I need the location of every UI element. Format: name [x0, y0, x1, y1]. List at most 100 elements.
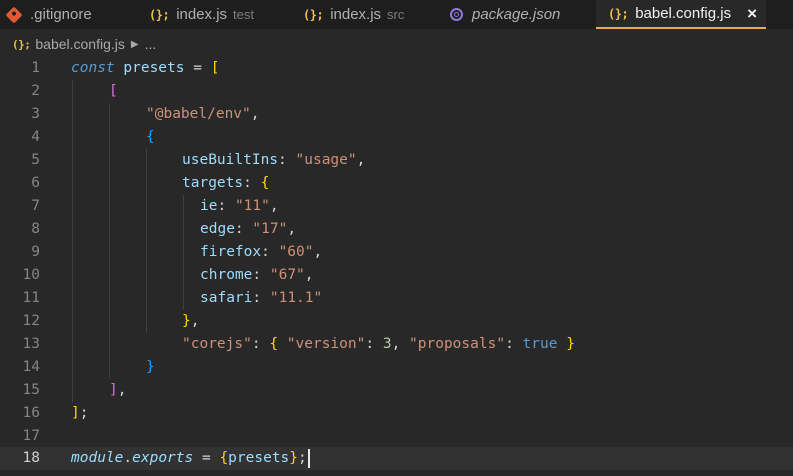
string: "17": [252, 221, 288, 237]
code-line: 3 "@babel/env",: [0, 103, 793, 126]
package-icon: [450, 8, 463, 21]
code-editor[interactable]: 1 const presets = [ 2 [ 3 "@babel/env", …: [0, 57, 793, 476]
tab-label: .gitignore: [30, 6, 92, 23]
git-icon: [5, 6, 23, 23]
number: 3: [382, 336, 392, 352]
punctuation: ,: [117, 382, 127, 398]
string: "version": [286, 336, 366, 352]
line-number: 13: [22, 336, 40, 352]
tab-label: package.json: [472, 6, 561, 23]
punctuation: :: [278, 152, 296, 168]
bracket: {: [146, 129, 155, 145]
code-line: 4 {: [0, 126, 793, 149]
punctuation: ,: [250, 106, 260, 122]
tab-babel-config[interactable]: (}; babel.config.js ×: [596, 0, 766, 29]
code-line: 7 ie: "11",: [0, 195, 793, 218]
punctuation: :: [217, 198, 235, 214]
code-text: safari: "11.1": [200, 287, 322, 310]
code-line: 11 safari: "11.1": [0, 287, 793, 310]
code-text: ie: "11",: [200, 195, 279, 218]
property-key: chrome: [200, 267, 253, 283]
code-text: {: [146, 126, 155, 149]
js-icon: (};: [149, 7, 170, 22]
line-number: 18: [22, 450, 40, 466]
property-key: firefox: [200, 244, 262, 260]
punctuation: :: [365, 336, 383, 352]
tab-label: index.js: [176, 6, 228, 23]
tab-index-src[interactable]: (}; index.js src: [303, 0, 404, 29]
line-number: 3: [31, 106, 40, 122]
code-text: "@babel/env",: [146, 103, 260, 126]
punctuation: :: [234, 221, 253, 237]
bracket: {: [219, 450, 229, 466]
bracket: ]: [109, 382, 118, 398]
property-key: edge: [200, 221, 235, 237]
breadcrumb-file[interactable]: babel.config.js: [35, 36, 125, 52]
line-number: 10: [22, 267, 40, 283]
line-number: 9: [31, 244, 40, 260]
code-line: 2 [: [0, 80, 793, 103]
identifier: exports: [132, 450, 194, 466]
code-text: edge: "17",: [200, 218, 296, 241]
tab-label: babel.config.js: [635, 5, 732, 22]
operator: =: [193, 450, 220, 466]
code-line: 8 edge: "17",: [0, 218, 793, 241]
code-text: chrome: "67",: [200, 264, 314, 287]
identifier: module: [71, 450, 124, 466]
line-number: 16: [22, 405, 40, 421]
punctuation: :: [243, 175, 261, 191]
line-number: 6: [31, 175, 40, 191]
tab-gitignore[interactable]: .gitignore: [5, 0, 92, 29]
boolean: true: [522, 336, 558, 352]
punctuation: .: [123, 450, 133, 466]
code-text: ],: [109, 379, 126, 402]
js-icon: (};: [608, 6, 629, 21]
close-icon[interactable]: ×: [747, 4, 757, 24]
code-text: targets: {: [182, 172, 269, 195]
punctuation: :: [261, 244, 279, 260]
punctuation: :: [505, 336, 523, 352]
bracket: {: [269, 336, 279, 352]
line-number: 2: [31, 83, 40, 99]
punctuation: ;: [298, 450, 307, 466]
punctuation: ,: [287, 221, 297, 237]
property-key: useBuiltIns: [182, 152, 279, 168]
code-line-current: 18 module.exports = {presets};: [0, 447, 793, 470]
code-text: firefox: "60",: [200, 241, 322, 264]
tab-index-test[interactable]: (}; index.js test: [149, 0, 254, 29]
text-cursor: [307, 448, 310, 468]
line-number: 14: [22, 359, 40, 375]
bracket: }: [289, 450, 299, 466]
bracket: [: [210, 60, 220, 76]
identifier: presets: [228, 450, 290, 466]
code-text: useBuiltIns: "usage",: [182, 149, 365, 172]
code-text: "corejs": { "version": 3, "proposals": t…: [182, 333, 575, 356]
code-line: 10 chrome: "67",: [0, 264, 793, 287]
code-text: }: [146, 356, 155, 379]
line-number: 8: [31, 221, 40, 237]
keyword: const: [71, 60, 115, 76]
code-line: 16 ];: [0, 402, 793, 425]
line-number: 11: [22, 290, 40, 306]
punctuation: ,: [304, 267, 314, 283]
property-key: targets: [182, 175, 244, 191]
bracket: ]: [71, 405, 80, 421]
property-key: safari: [200, 290, 253, 306]
tab-description: src: [387, 7, 405, 22]
bracket: }: [146, 359, 155, 375]
code-line: 5 useBuiltIns: "usage",: [0, 149, 793, 172]
code-line: 12 },: [0, 310, 793, 333]
line-number: 4: [31, 129, 40, 145]
punctuation: ,: [313, 244, 323, 260]
string: "@babel/env": [146, 106, 251, 122]
chevron-right-icon: ▶: [130, 38, 139, 50]
code-line: 1 const presets = [: [0, 57, 793, 80]
breadcrumb-more[interactable]: ...: [145, 36, 157, 52]
identifier: presets: [123, 60, 185, 76]
tab-package-json[interactable]: package.json: [450, 0, 560, 29]
line-number: 7: [31, 198, 40, 214]
code-text: [: [109, 80, 118, 103]
line-number: 17: [22, 428, 40, 444]
code-line: 14 }: [0, 356, 793, 379]
